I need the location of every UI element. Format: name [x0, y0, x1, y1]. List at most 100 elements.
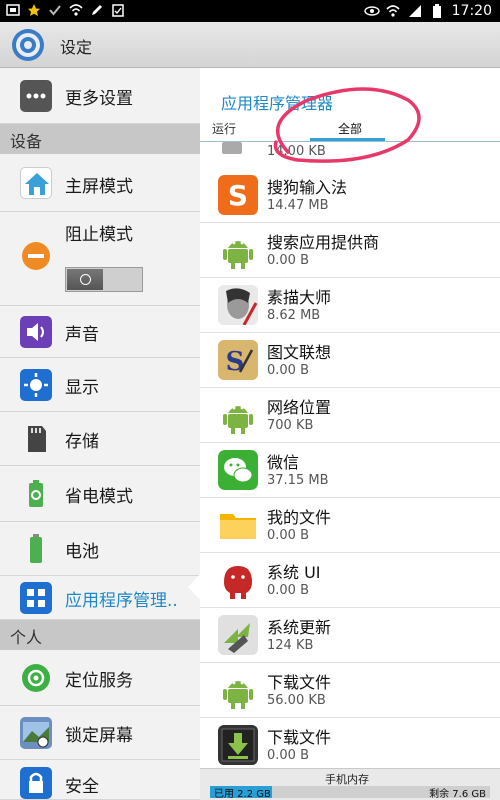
app-name: 素描大师 — [267, 288, 332, 307]
app-row-sogou[interactable]: S 搜狗输入法 14.47 MB — [200, 168, 500, 223]
folder-icon — [218, 505, 258, 545]
app-size: 0.00 B — [267, 748, 309, 763]
block-mode-toggle[interactable] — [65, 267, 143, 292]
app-row-text-link[interactable]: S 图文联想 0.00 B — [200, 333, 500, 388]
power-saving-icon — [20, 478, 52, 510]
sidebar-item-home-mode[interactable]: 主屏模式 — [0, 154, 200, 212]
battery-icon — [20, 533, 52, 565]
app-row-search-provider[interactable]: 搜索应用提供商 0.00 B — [200, 223, 500, 278]
app-name: 搜狗输入法 — [267, 178, 348, 197]
display-icon — [20, 369, 52, 401]
app-name: 我的文件 — [267, 508, 332, 527]
section-header-label: 设备 — [10, 132, 43, 151]
section-header-personal: 个人 — [0, 620, 200, 650]
app-size: 700 KB — [267, 418, 314, 433]
page-title: 设定 — [60, 38, 93, 57]
svg-text:S: S — [226, 347, 245, 377]
app-size: 14.47 MB — [267, 198, 329, 213]
sidebar-item-location[interactable]: 定位服务 — [0, 650, 200, 706]
system-update-icon — [218, 615, 258, 655]
app-size: 124 KB — [267, 638, 314, 653]
section-header-label: 个人 — [10, 628, 43, 647]
sidebar-item-power-saving[interactable]: 省电模式 — [0, 466, 200, 522]
sidebar-item-app-manager[interactable]: 应用程序管理.. — [0, 576, 200, 620]
app-name: 系统 UI — [267, 563, 321, 582]
location-icon — [20, 662, 52, 694]
annotation-circle — [273, 87, 421, 163]
android-icon — [218, 230, 258, 270]
app-row-sketch[interactable]: 素描大师 8.62 MB — [200, 278, 500, 333]
storage-summary: 手机内存 已用 2.2 GB 剩余 7.6 GB — [200, 768, 500, 800]
android-icon — [218, 395, 258, 435]
sidebar-item-more-settings[interactable]: 更多设置 — [0, 68, 200, 124]
app-row-wechat[interactable]: 微信 37.15 MB — [200, 443, 500, 498]
sidebar-item-label: 省电模式 — [65, 487, 133, 507]
app-row-network-location[interactable]: 网络位置 700 KB — [200, 388, 500, 443]
action-bar: 设定 — [0, 22, 500, 68]
settings-sidebar: 更多设置 设备 主屏模式 阻止模式 声音 显示 存储 省电模式 电池 应用程序管… — [0, 68, 200, 800]
sidebar-item-display[interactable]: 显示 — [0, 358, 200, 412]
app-name: 网络位置 — [267, 398, 332, 417]
apps-icon — [20, 582, 52, 614]
download-icon — [218, 725, 258, 765]
app-name: 下载文件 — [267, 673, 332, 692]
android-icon — [218, 670, 258, 710]
status-bar: 17:20 — [0, 0, 500, 22]
sidebar-item-lock-screen[interactable]: 锁定屏幕 — [0, 706, 200, 760]
eye-icon — [363, 4, 380, 18]
app-name: 下载文件 — [267, 728, 332, 747]
sound-icon — [20, 316, 52, 348]
sidebar-item-label: 电池 — [65, 542, 99, 562]
app-row-downloads-2[interactable]: 下载文件 0.00 B — [200, 718, 500, 773]
app-name: 图文联想 — [267, 343, 332, 362]
storage-used-label: 已用 2.2 GB — [214, 789, 271, 800]
sidebar-item-block-mode[interactable]: 阻止模式 — [0, 212, 200, 306]
app-size: 0.00 B — [267, 363, 309, 378]
app-size: 0.00 B — [267, 528, 309, 543]
app-size: 8.62 MB — [267, 308, 321, 323]
sidebar-item-storage[interactable]: 存储 — [0, 412, 200, 466]
sidebar-item-label: 更多设置 — [65, 89, 133, 109]
sidebar-item-label: 定位服务 — [65, 671, 133, 691]
app-size: 0.00 B — [267, 583, 309, 598]
app-row-system-update[interactable]: 系统更新 124 KB — [200, 608, 500, 663]
section-header-device: 设备 — [0, 124, 200, 154]
app-name: 系统更新 — [267, 618, 332, 637]
screenshot-icon — [6, 3, 20, 17]
security-icon — [20, 767, 52, 799]
sidebar-item-label: 安全 — [65, 777, 99, 797]
storage-icon — [20, 423, 52, 455]
sidebar-item-sound[interactable]: 声音 — [0, 306, 200, 358]
app-row-my-files[interactable]: 我的文件 0.00 B — [200, 498, 500, 553]
wifi-status-icon — [386, 4, 400, 18]
sidebar-item-label: 声音 — [65, 325, 99, 345]
pen-icon — [90, 3, 104, 17]
star-icon — [27, 3, 41, 17]
check-icon — [48, 3, 62, 17]
settings-gear-icon[interactable] — [10, 27, 46, 63]
battery-status-icon — [430, 4, 444, 18]
storage-free-label: 剩余 7.6 GB — [429, 789, 486, 800]
sidebar-item-security[interactable]: 安全 — [0, 760, 200, 800]
tab-running[interactable]: 运行 — [212, 120, 236, 137]
app-size: 0.00 B — [267, 253, 309, 268]
app-icon-partial — [222, 142, 242, 154]
app-row-system-ui[interactable]: 系统 UI 0.00 B — [200, 553, 500, 608]
app-row-downloads-1[interactable]: 下载文件 56.00 KB — [200, 663, 500, 718]
lock-screen-icon — [20, 717, 52, 749]
app-size: 37.15 MB — [267, 473, 329, 488]
clipboard-icon — [111, 3, 125, 17]
app-name: 搜索应用提供商 — [267, 233, 380, 252]
block-icon — [20, 240, 52, 272]
wechat-icon — [218, 450, 258, 490]
sidebar-item-label: 主屏模式 — [65, 177, 133, 197]
sogou-icon: S — [218, 175, 258, 215]
sidebar-item-label: 存储 — [65, 432, 99, 452]
sidebar-item-label: 显示 — [65, 378, 99, 398]
sidebar-item-label: 阻止模式 — [65, 225, 133, 245]
clock: 17:20 — [451, 3, 492, 19]
sidebar-item-label: 应用程序管理.. — [65, 591, 178, 611]
app-manager-pane: 应用程序管理器 运行 全部 14.00 KB S 搜狗输入法 14.47 MB … — [200, 68, 500, 800]
app-name: 微信 — [267, 453, 300, 472]
sidebar-item-battery[interactable]: 电池 — [0, 522, 200, 576]
